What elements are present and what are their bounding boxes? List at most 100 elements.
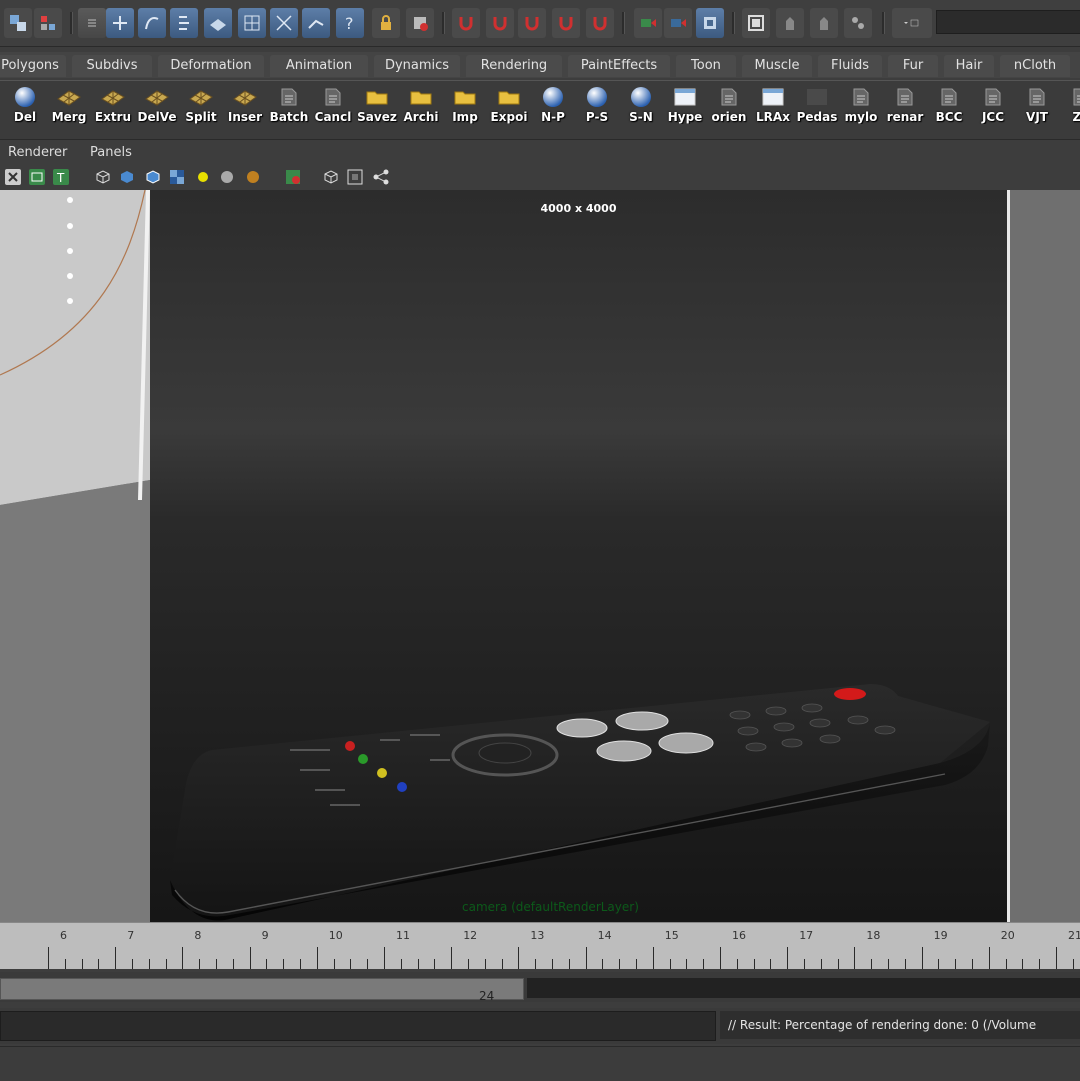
render-viewport[interactable]: 4000 x 4000 camera (defaultRenderLayer) <box>150 190 1007 922</box>
shelf-button-archi[interactable]: Archi <box>400 83 442 135</box>
tab-fluids[interactable]: Fluids <box>818 55 882 77</box>
hypershade-icon[interactable] <box>696 8 724 38</box>
shelf-button-del[interactable]: Del <box>4 83 46 135</box>
texture-icon[interactable] <box>168 168 186 186</box>
menu-icon[interactable] <box>78 8 106 38</box>
snap-to-plane-icon[interactable] <box>204 8 232 38</box>
close-icon[interactable] <box>4 168 22 186</box>
mesh-icon <box>100 85 126 109</box>
shelf-button-zo[interactable]: Zo <box>1060 83 1080 135</box>
time-dropdown-icon[interactable] <box>892 8 932 38</box>
tab-ncloth[interactable]: nCloth <box>1000 55 1070 77</box>
attribute-editor-icon[interactable] <box>742 8 770 38</box>
shelf-button-lrax[interactable]: LRAx <box>752 83 794 135</box>
magnet-plane-icon[interactable] <box>552 8 580 38</box>
tab-deformation[interactable]: Deformation <box>158 55 264 77</box>
shelf-button-split[interactable]: Split <box>180 83 222 135</box>
shelf-button-extru[interactable]: Extru <box>92 83 134 135</box>
frame-tick <box>1056 947 1057 969</box>
shelf-button-inser[interactable]: Inser <box>224 83 266 135</box>
text-icon[interactable]: T <box>52 168 70 186</box>
render-settings-icon[interactable] <box>664 8 692 38</box>
render-current-icon[interactable] <box>406 8 434 38</box>
frame-number: 19 <box>933 929 948 942</box>
search-field[interactable] <box>936 10 1080 34</box>
shelf-button-vjt[interactable]: VJT <box>1016 83 1058 135</box>
snap-to-curve-icon[interactable] <box>138 8 166 38</box>
snap-to-view-plane-icon[interactable] <box>270 8 298 38</box>
magnet-point-icon[interactable] <box>518 8 546 38</box>
subframe-tick <box>552 959 553 969</box>
magnet-icon[interactable] <box>452 8 480 38</box>
magnet-curve-icon[interactable] <box>486 8 514 38</box>
light-yellow-icon[interactable] <box>194 168 212 186</box>
tab-rendering[interactable]: Rendering <box>466 55 562 77</box>
wireframe-on-shaded-icon[interactable] <box>144 168 162 186</box>
channel-box-icon[interactable] <box>810 8 838 38</box>
shelf-button-n-p[interactable]: N-P <box>532 83 574 135</box>
range-field[interactable] <box>527 978 1080 998</box>
shelf-button-hype[interactable]: Hype <box>664 83 706 135</box>
select-by-component-icon[interactable] <box>34 8 62 38</box>
range-slider[interactable]: 24 <box>0 972 1080 1003</box>
wireframe-cube-icon[interactable] <box>94 168 112 186</box>
lock-icon[interactable] <box>372 8 400 38</box>
shelf-button-renar[interactable]: renar <box>884 83 926 135</box>
layer-editor-icon[interactable] <box>844 8 872 38</box>
tab-fur[interactable]: Fur <box>888 55 938 77</box>
shelf-button-batch[interactable]: Batch <box>268 83 310 135</box>
window-icon <box>760 85 786 109</box>
tab-painteffects[interactable]: PaintEffects <box>568 55 670 77</box>
shelf-button-pedas[interactable]: Pedas <box>796 83 838 135</box>
snap-to-point-icon[interactable] <box>170 8 198 38</box>
share-icon[interactable] <box>372 168 390 186</box>
menu-renderer[interactable]: Renderer <box>8 145 67 160</box>
tab-polygons[interactable]: Polygons <box>0 55 66 77</box>
smooth-shade-icon[interactable] <box>118 168 136 186</box>
tab-muscle[interactable]: Muscle <box>742 55 812 77</box>
range-track[interactable]: 24 <box>0 978 524 1003</box>
subframe-tick <box>367 959 369 969</box>
tool-settings-icon[interactable] <box>776 8 804 38</box>
command-input[interactable] <box>0 1011 716 1041</box>
shelf-button-label: Hype <box>667 110 703 124</box>
tab-subdivs[interactable]: Subdivs <box>72 55 152 77</box>
camera-cube-icon[interactable] <box>322 168 340 186</box>
light-gold-icon[interactable] <box>244 168 262 186</box>
shelf-button-savez[interactable]: Savez <box>356 83 398 135</box>
tab-dynamics[interactable]: Dynamics <box>374 55 460 77</box>
render-ipr-icon[interactable] <box>634 8 662 38</box>
snap-to-grid-icon[interactable] <box>106 8 134 38</box>
shelf-button-imp[interactable]: Imp <box>444 83 486 135</box>
subframe-tick <box>350 959 352 969</box>
render-region-icon[interactable] <box>284 168 302 186</box>
shelf-button-mylo[interactable]: mylo <box>840 83 882 135</box>
select-by-hierarchy-icon[interactable] <box>4 8 32 38</box>
shelf-button-delve[interactable]: DelVe <box>136 83 178 135</box>
subframe-tick <box>283 959 285 969</box>
time-slider[interactable]: 6 7 8 9 10 11 12 13 14 15 16 17 18 19 20 21 <box>0 922 1080 969</box>
right-viewport[interactable] <box>1007 190 1080 922</box>
left-viewport[interactable] <box>0 190 150 922</box>
shelf-button-expoi[interactable]: Expoi <box>488 83 530 135</box>
tab-toon[interactable]: Toon <box>676 55 736 77</box>
shelf-button-jcc[interactable]: JCC <box>972 83 1014 135</box>
isolate-icon[interactable] <box>346 168 364 186</box>
shelf-button-merg[interactable]: Merg <box>48 83 90 135</box>
shelf-button-p-s[interactable]: P-S <box>576 83 618 135</box>
make-live-icon[interactable] <box>302 8 330 38</box>
help-icon[interactable]: ? <box>336 8 364 38</box>
display-resolution-icon[interactable] <box>28 168 46 186</box>
light-grey-icon[interactable] <box>218 168 236 186</box>
shelf-button-s-n[interactable]: S-N <box>620 83 662 135</box>
shelf-button-orien[interactable]: orien <box>708 83 750 135</box>
shelf-button-bcc[interactable]: BCC <box>928 83 970 135</box>
magnet-live-icon[interactable] <box>586 8 614 38</box>
snap-to-grid-mesh-icon[interactable] <box>238 8 266 38</box>
shelf-button-cancl[interactable]: Cancl <box>312 83 354 135</box>
tab-hair[interactable]: Hair <box>944 55 994 77</box>
tab-animation[interactable]: Animation <box>270 55 368 77</box>
frame-tick <box>787 947 789 969</box>
menu-panels[interactable]: Panels <box>90 145 132 160</box>
subframe-tick <box>333 959 335 969</box>
